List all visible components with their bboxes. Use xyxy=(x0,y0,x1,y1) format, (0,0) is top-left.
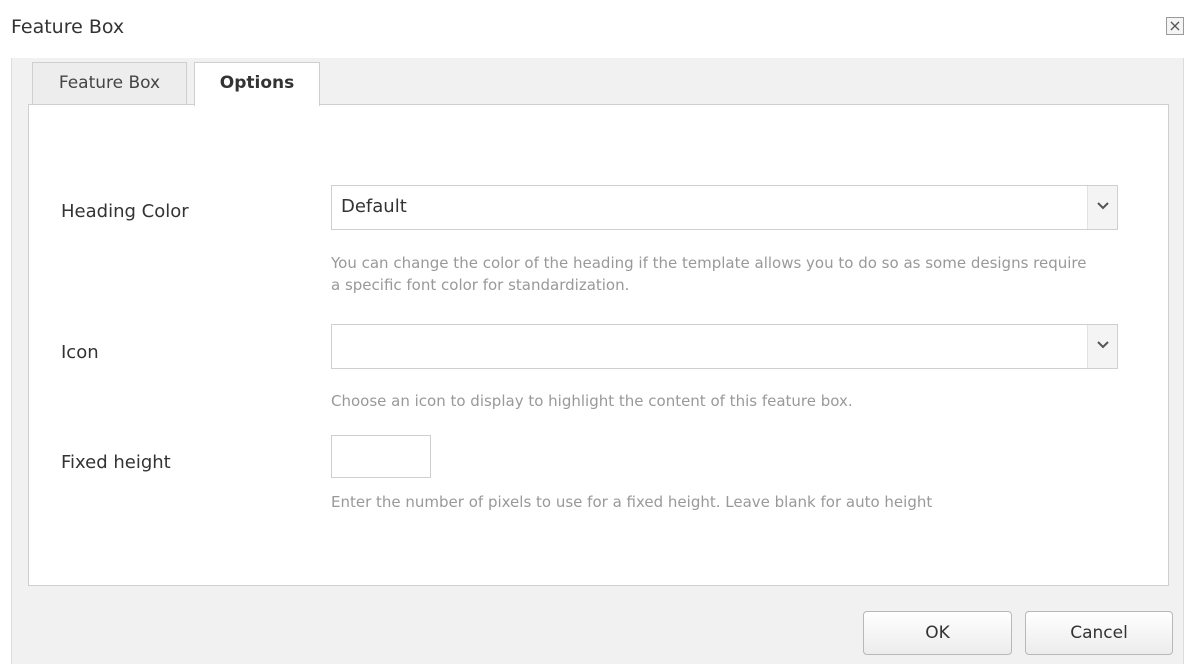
heading-color-help: You can change the color of the heading … xyxy=(331,254,1087,294)
fixed-height-help: Enter the number of pixels to use for a … xyxy=(331,493,933,511)
tab-feature-box[interactable]: Feature Box xyxy=(32,62,187,105)
dialog-footer: OK Cancel xyxy=(11,603,1184,664)
icon-label: Icon xyxy=(61,342,99,363)
feature-box-dialog: Feature Box × Feature Box Options Headin… xyxy=(0,0,1194,664)
icon-help: Choose an icon to display to highlight t… xyxy=(331,392,853,410)
tab-options[interactable]: Options xyxy=(194,62,320,106)
fixed-height-label: Fixed height xyxy=(61,452,171,473)
heading-color-select[interactable]: Default xyxy=(331,185,1118,230)
chevron-down-icon[interactable] xyxy=(1087,325,1117,368)
heading-color-label: Heading Color xyxy=(61,201,189,222)
cancel-button[interactable]: Cancel xyxy=(1025,611,1173,655)
options-panel: Heading Color Default You can change the… xyxy=(28,104,1169,586)
dialog-body: Feature Box Options Heading Color Defaul… xyxy=(11,58,1184,603)
dialog-titlebar: Feature Box × xyxy=(0,0,1194,58)
fixed-height-input[interactable] xyxy=(331,435,431,478)
dialog-title: Feature Box xyxy=(11,16,125,38)
heading-color-value: Default xyxy=(341,196,407,217)
icon-select[interactable] xyxy=(331,324,1118,369)
chevron-down-icon[interactable] xyxy=(1087,186,1117,229)
ok-button[interactable]: OK xyxy=(863,611,1012,655)
close-icon[interactable]: × xyxy=(1166,17,1184,35)
